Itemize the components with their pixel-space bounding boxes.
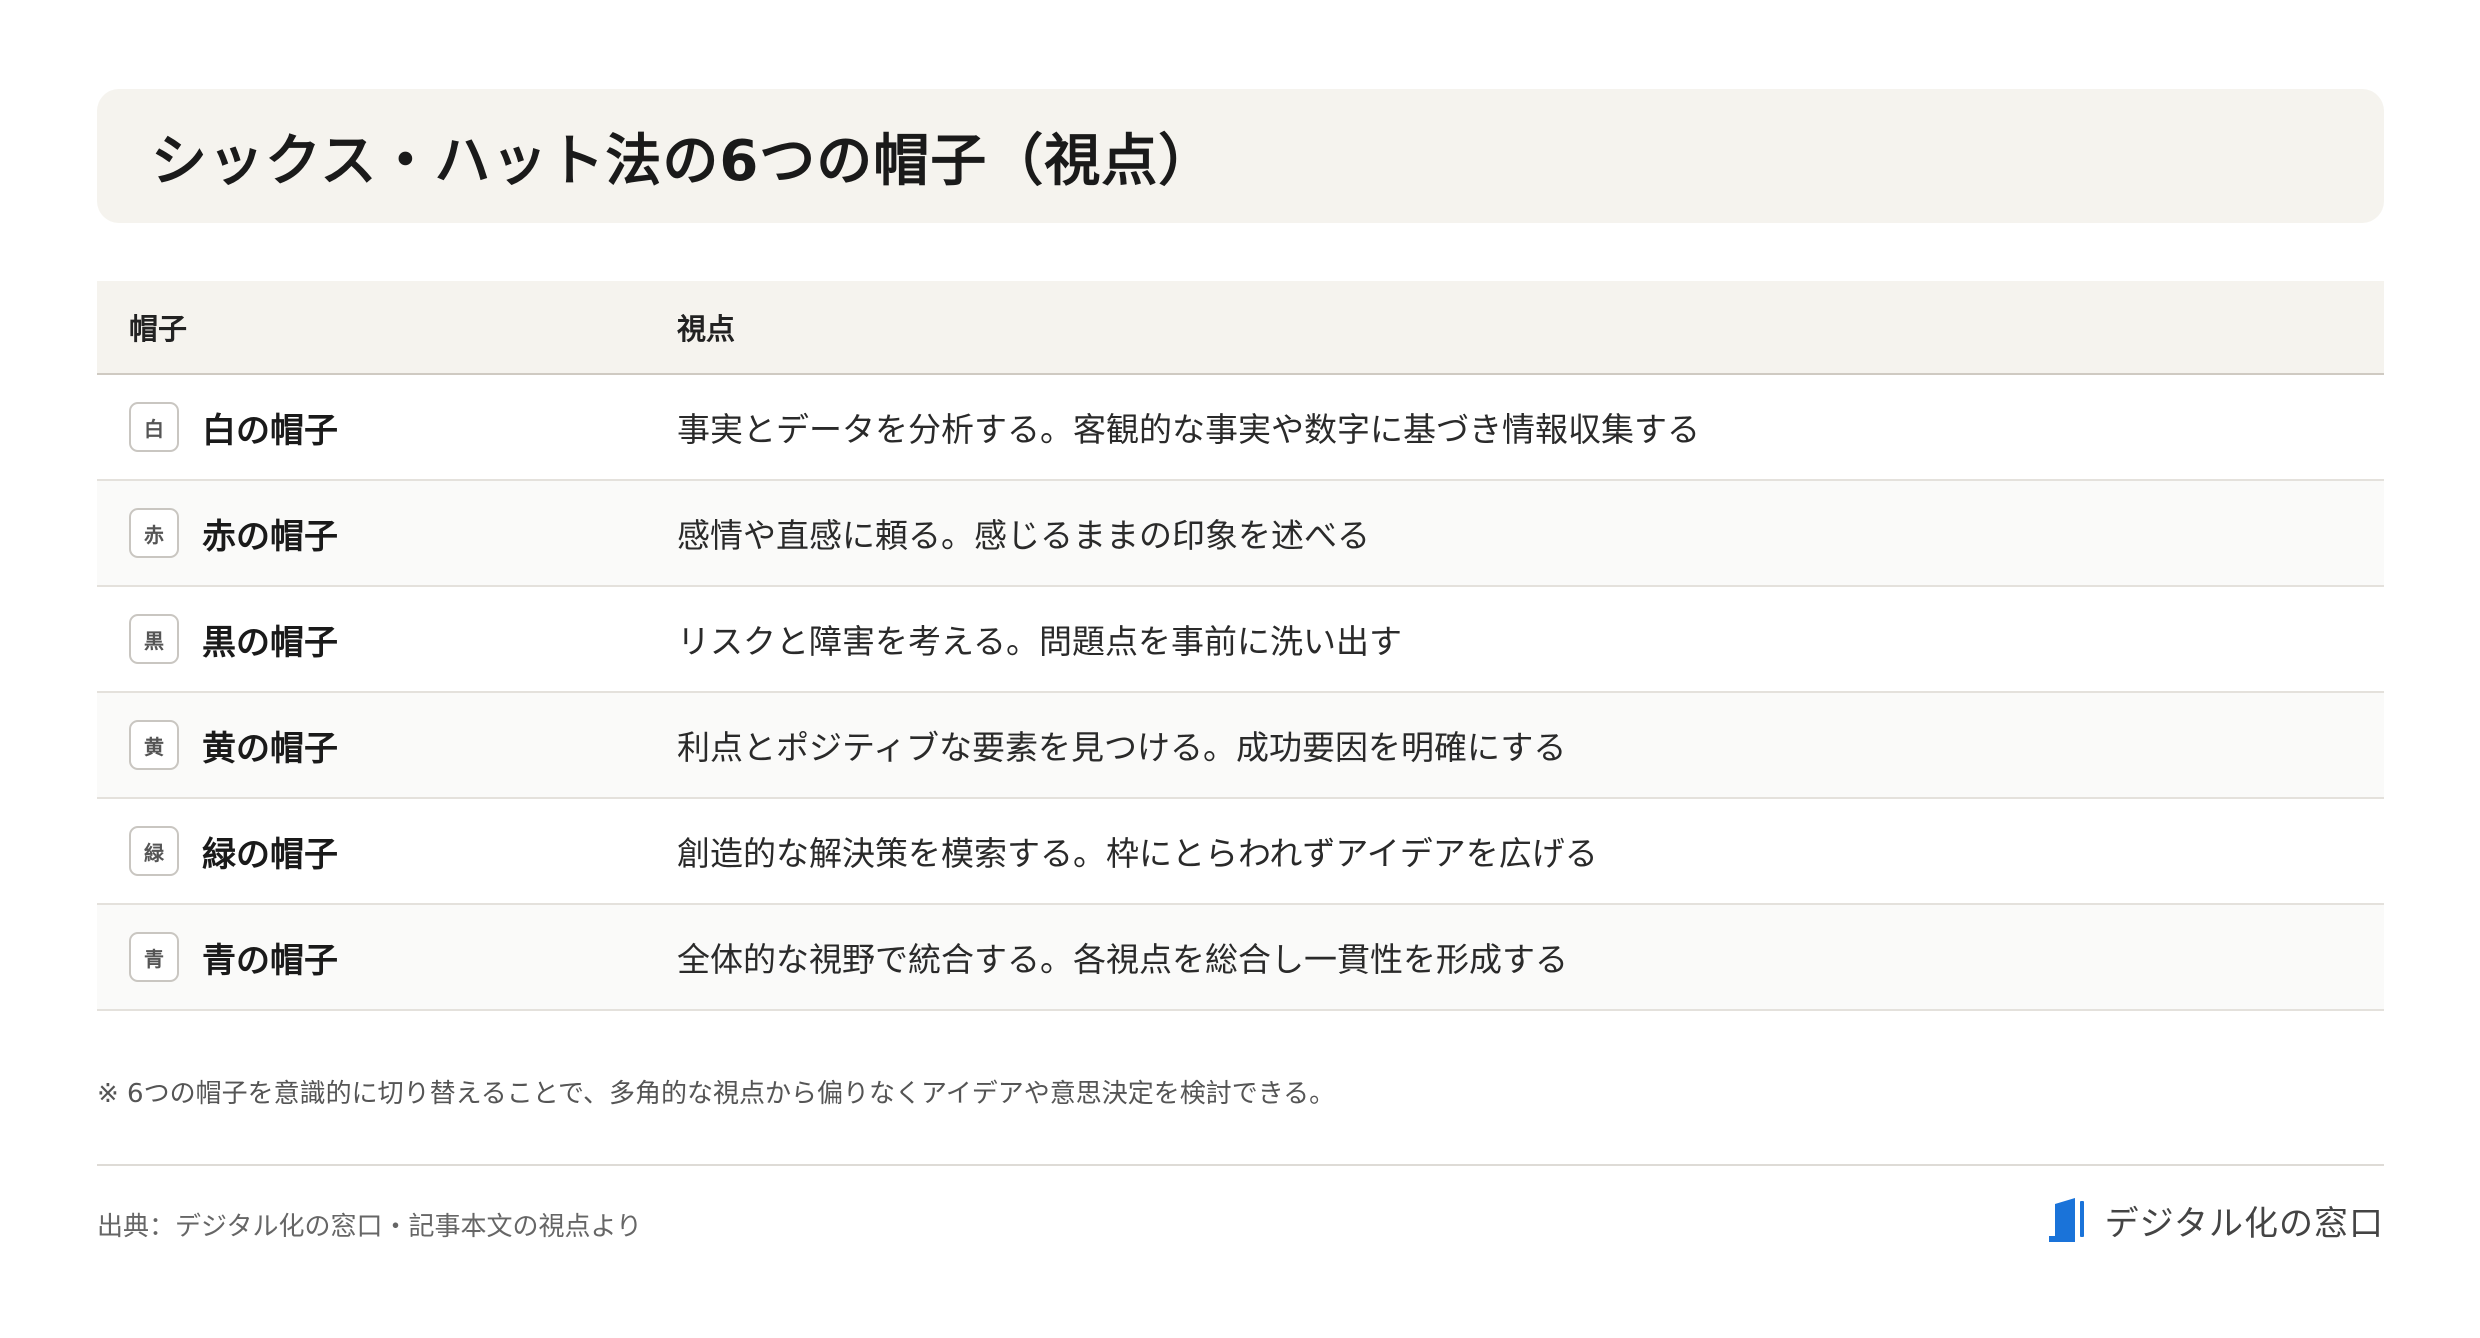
hat-badge: 黒 bbox=[129, 614, 179, 664]
view-text: リスクと障害を考える。問題点を事前に洗い出す bbox=[677, 622, 1403, 661]
source-citation: 出典：デジタル化の窓口・記事本文の視点より bbox=[97, 1212, 642, 1242]
table-header: 帽子 視点 bbox=[97, 281, 2384, 375]
hat-name: 青の帽子 bbox=[202, 940, 338, 981]
view-text: 事実とデータを分析する。客観的な事実や数字に基づき情報収集する bbox=[677, 410, 1700, 449]
footer-divider bbox=[97, 1164, 2384, 1166]
table-row: 緑 緑の帽子 創造的な解決策を模索する。枠にとらわれずアイデアを広げる bbox=[97, 799, 2384, 905]
hat-badge: 白 bbox=[129, 402, 179, 452]
view-text: 利点とポジティブな要素を見つける。成功要因を明確にする bbox=[677, 728, 1567, 767]
table-row: 白 白の帽子 事実とデータを分析する。客観的な事実や数字に基づき情報収集する bbox=[97, 375, 2384, 481]
table-row: 黄 黄の帽子 利点とポジティブな要素を見つける。成功要因を明確にする bbox=[97, 693, 2384, 799]
brand-name: デジタル化の窓口 bbox=[2104, 1204, 2384, 1244]
hat-name: 黄の帽子 bbox=[202, 728, 338, 769]
hat-cell: 赤 赤の帽子 bbox=[97, 508, 677, 558]
hat-name: 赤の帽子 bbox=[202, 516, 338, 557]
hat-badge: 緑 bbox=[129, 826, 179, 876]
header-view: 視点 bbox=[677, 312, 736, 346]
view-text: 感情や直感に頼る。感じるままの印象を述べる bbox=[677, 516, 1370, 555]
hat-badge: 青 bbox=[129, 932, 179, 982]
table-row: 青 青の帽子 全体的な視野で統合する。各視点を総合し一貫性を形成する bbox=[97, 905, 2384, 1011]
footnote: ※ 6つの帽子を意識的に切り替えることで、多角的な視点から偏りなくアイデアや意思… bbox=[97, 1079, 1336, 1109]
table-row: 黒 黒の帽子 リスクと障害を考える。問題点を事前に洗い出す bbox=[97, 587, 2384, 693]
hat-name: 黒の帽子 bbox=[202, 622, 338, 663]
view-text: 全体的な視野で統合する。各視点を総合し一貫性を形成する bbox=[677, 940, 1568, 979]
hat-cell: 緑 緑の帽子 bbox=[97, 826, 677, 876]
header-hat: 帽子 bbox=[129, 312, 188, 346]
title-banner: シックス・ハット法の6つの帽子（視点） bbox=[97, 89, 2384, 223]
table-row: 赤 赤の帽子 感情や直感に頼る。感じるままの印象を述べる bbox=[97, 481, 2384, 587]
hat-name: 緑の帽子 bbox=[202, 834, 338, 875]
hat-badge: 黄 bbox=[129, 720, 179, 770]
hat-cell: 青 青の帽子 bbox=[97, 932, 677, 982]
book-logo-icon bbox=[2048, 1197, 2084, 1242]
page-title: シックス・ハット法の6つの帽子（視点） bbox=[151, 128, 1216, 194]
hat-name: 白の帽子 bbox=[202, 410, 338, 451]
hat-badge: 赤 bbox=[129, 508, 179, 558]
view-text: 創造的な解決策を模索する。枠にとらわれずアイデアを広げる bbox=[677, 834, 1598, 873]
brand-logo-link[interactable]: デジタル化の窓口 bbox=[2048, 1196, 2384, 1245]
hat-cell: 黄 黄の帽子 bbox=[97, 720, 677, 770]
hat-cell: 黒 黒の帽子 bbox=[97, 614, 677, 664]
hat-cell: 白 白の帽子 bbox=[97, 402, 677, 452]
hats-table: 帽子 視点 白 白の帽子 事実とデータを分析する。客観的な事実や数字に基づき情報… bbox=[97, 281, 2384, 1011]
